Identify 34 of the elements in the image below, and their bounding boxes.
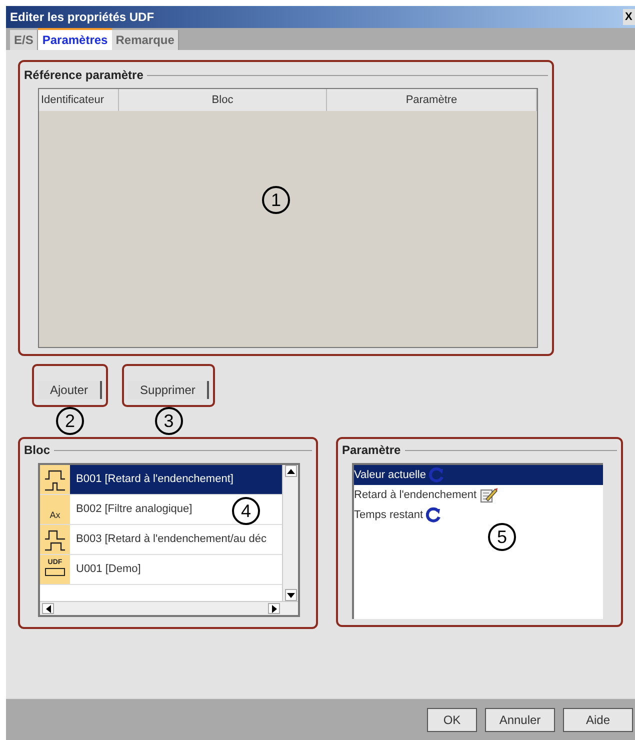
callout-number: 3 [154, 407, 183, 435]
pulse-icon [44, 528, 66, 552]
dialog-button[interactable]: Annuler [485, 708, 555, 732]
column-header: Identificateur [39, 89, 119, 111]
tab[interactable]: E/S [10, 30, 38, 50]
tab[interactable]: Paramètres [38, 28, 112, 50]
refresh-icon [428, 467, 445, 483]
horizontal-scrollbar[interactable] [40, 601, 298, 615]
scroll-right-icon[interactable] [268, 603, 280, 614]
group-title: Paramètre [342, 442, 401, 459]
filter-icon: Ax [40, 495, 70, 524]
edit-icon [480, 487, 498, 503]
scroll-down-icon[interactable] [284, 589, 296, 601]
callout-number: 4 [232, 497, 260, 525]
parameter-list-item[interactable]: Valeur actuelle [354, 465, 603, 485]
dialog-button[interactable]: Aide [563, 708, 633, 732]
group-title: Référence paramètre [24, 67, 144, 84]
tab[interactable]: Remarque [112, 30, 180, 50]
group-title: Bloc [24, 442, 50, 459]
close-button[interactable]: X [623, 9, 635, 25]
refresh-icon [426, 507, 442, 523]
scroll-left-icon[interactable] [42, 603, 54, 614]
block-list-item[interactable]: B001 [Retard à l'endenchement] [40, 465, 282, 495]
scroll-up-icon[interactable] [284, 465, 296, 477]
dialog-button[interactable]: OK [427, 708, 477, 732]
block-list-item[interactable]: B003 [Retard à l'endenchement/au déc [40, 525, 282, 555]
column-header: Paramètre [327, 89, 537, 111]
column-header: Bloc [119, 89, 327, 111]
callout-number: 1 [262, 186, 290, 214]
callout-number: 2 [56, 407, 84, 435]
callout-number: 5 [488, 523, 516, 551]
pulse-icon [44, 468, 66, 492]
vertical-scrollbar[interactable] [282, 465, 298, 601]
window-title: Editer les propriétés UDF [10, 9, 154, 26]
